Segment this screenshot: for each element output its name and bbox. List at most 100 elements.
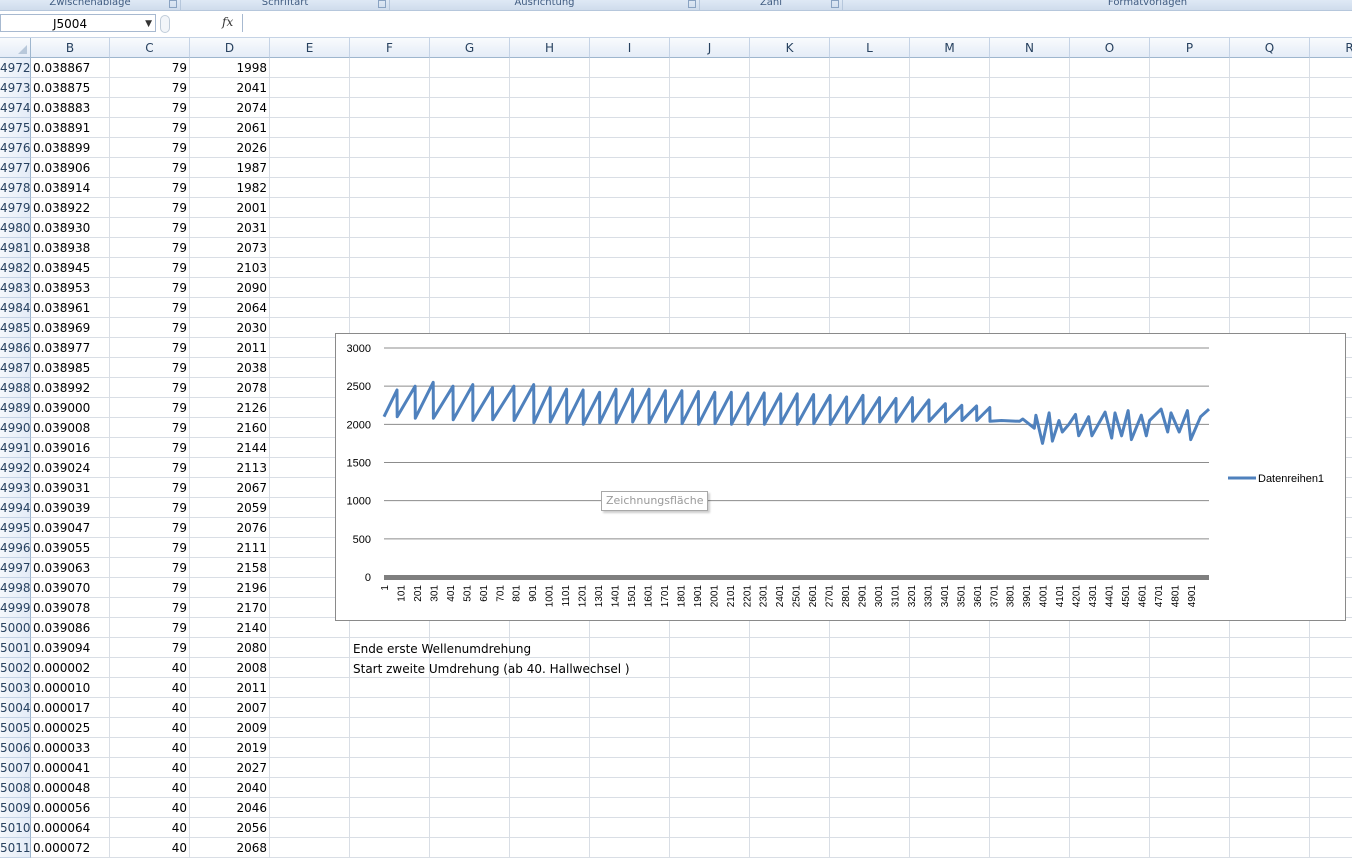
cell-empty[interactable] [910, 658, 990, 678]
cell-empty[interactable] [350, 258, 430, 278]
cell-empty[interactable] [910, 758, 990, 778]
cell-empty[interactable] [1150, 818, 1230, 838]
cell-empty[interactable] [430, 238, 510, 258]
cell-empty[interactable] [1310, 778, 1352, 798]
cell-b[interactable]: 0.039016 [31, 438, 110, 458]
cell-empty[interactable] [1070, 98, 1150, 118]
cell-d[interactable]: 2196 [190, 578, 270, 598]
cell-empty[interactable] [590, 238, 670, 258]
cell-empty[interactable] [350, 178, 430, 198]
cell-d[interactable]: 2073 [190, 238, 270, 258]
cell-empty[interactable] [1230, 638, 1310, 658]
insert-function-icon[interactable]: fx [222, 15, 233, 29]
cell-empty[interactable] [350, 218, 430, 238]
cell-empty[interactable] [270, 158, 350, 178]
cell-empty[interactable] [990, 638, 1070, 658]
cell-b[interactable]: 0.000010 [31, 678, 110, 698]
cell-b[interactable]: 0.038969 [31, 318, 110, 338]
cell-empty[interactable] [670, 178, 750, 198]
cell-empty[interactable] [830, 638, 910, 658]
column-header-n[interactable]: N [990, 38, 1070, 58]
cell-empty[interactable] [1230, 838, 1310, 858]
cell-empty[interactable] [1070, 198, 1150, 218]
cell-d[interactable]: 2041 [190, 78, 270, 98]
cell-empty[interactable] [1150, 658, 1230, 678]
cell-empty[interactable] [1150, 178, 1230, 198]
row-header[interactable]: 4986 [0, 338, 31, 358]
cell-empty[interactable] [830, 58, 910, 78]
cell-b[interactable]: 0.000017 [31, 698, 110, 718]
cell-empty[interactable] [270, 198, 350, 218]
row-header[interactable]: 4985 [0, 318, 31, 338]
column-header-c[interactable]: C [110, 38, 190, 58]
cell-empty[interactable] [590, 718, 670, 738]
cell-empty[interactable] [830, 98, 910, 118]
chevron-down-icon[interactable]: ▼ [145, 15, 152, 33]
cell-empty[interactable] [1150, 778, 1230, 798]
cell-empty[interactable] [990, 798, 1070, 818]
cell-empty[interactable] [590, 778, 670, 798]
cell-empty[interactable] [990, 58, 1070, 78]
line-chart[interactable]: 0 500 1000 1500 2000 2500 3000 1 101 201 301 401 501… [335, 333, 1346, 621]
cell-d[interactable]: 2056 [190, 818, 270, 838]
cell-d[interactable]: 2008 [190, 658, 270, 678]
cell-empty[interactable] [990, 158, 1070, 178]
row-header[interactable]: 4997 [0, 558, 31, 578]
cell-empty[interactable] [670, 218, 750, 238]
cell-empty[interactable] [350, 798, 430, 818]
cell-empty[interactable] [590, 698, 670, 718]
cell-empty[interactable] [1150, 238, 1230, 258]
cell-d[interactable]: 2160 [190, 418, 270, 438]
cell-empty[interactable] [1310, 258, 1352, 278]
row-header[interactable]: 4984 [0, 298, 31, 318]
row-header[interactable]: 4992 [0, 458, 31, 478]
cell-empty[interactable] [350, 678, 430, 698]
cell-empty[interactable] [590, 678, 670, 698]
row-header[interactable]: 4994 [0, 498, 31, 518]
cell-empty[interactable] [1310, 638, 1352, 658]
cell-empty[interactable] [990, 678, 1070, 698]
row-header[interactable]: 5004 [0, 698, 31, 718]
cell-empty[interactable] [270, 678, 350, 698]
cell-c[interactable]: 40 [110, 738, 190, 758]
cell-empty[interactable] [590, 258, 670, 278]
cell-empty[interactable] [1070, 278, 1150, 298]
cell-empty[interactable] [430, 278, 510, 298]
cell-empty[interactable] [1310, 278, 1352, 298]
cell-empty[interactable] [990, 658, 1070, 678]
cell-c[interactable]: 79 [110, 278, 190, 298]
cell-c[interactable]: 79 [110, 538, 190, 558]
cell-empty[interactable] [350, 118, 430, 138]
cell-empty[interactable] [750, 798, 830, 818]
cell-b[interactable]: 0.039086 [31, 618, 110, 638]
cell-empty[interactable] [1150, 138, 1230, 158]
cell-d[interactable]: 2019 [190, 738, 270, 758]
cell-empty[interactable] [590, 638, 670, 658]
cell-b[interactable]: 0.000002 [31, 658, 110, 678]
cell-empty[interactable] [670, 778, 750, 798]
cell-empty[interactable] [1310, 738, 1352, 758]
cell-empty[interactable] [1230, 58, 1310, 78]
cell-empty[interactable] [1070, 258, 1150, 278]
row-header[interactable]: 4993 [0, 478, 31, 498]
cell-empty[interactable] [830, 118, 910, 138]
cell-empty[interactable] [1230, 718, 1310, 738]
cell-empty[interactable] [910, 638, 990, 658]
cell-empty[interactable] [990, 738, 1070, 758]
dialog-launcher-icon[interactable] [688, 0, 696, 8]
cell-empty[interactable] [1310, 718, 1352, 738]
cell-empty[interactable] [1230, 118, 1310, 138]
cell-empty[interactable] [910, 678, 990, 698]
cell-empty[interactable] [1310, 758, 1352, 778]
cell-c[interactable]: 79 [110, 298, 190, 318]
cell-empty[interactable] [350, 298, 430, 318]
cell-c[interactable]: 40 [110, 838, 190, 858]
cell-empty[interactable] [1310, 78, 1352, 98]
row-header[interactable]: 5007 [0, 758, 31, 778]
row-header[interactable]: 4977 [0, 158, 31, 178]
cell-b[interactable]: 0.038891 [31, 118, 110, 138]
cell-empty[interactable] [590, 118, 670, 138]
cell-empty[interactable] [910, 238, 990, 258]
cell-b[interactable]: 0.039078 [31, 598, 110, 618]
cell-empty[interactable] [750, 198, 830, 218]
